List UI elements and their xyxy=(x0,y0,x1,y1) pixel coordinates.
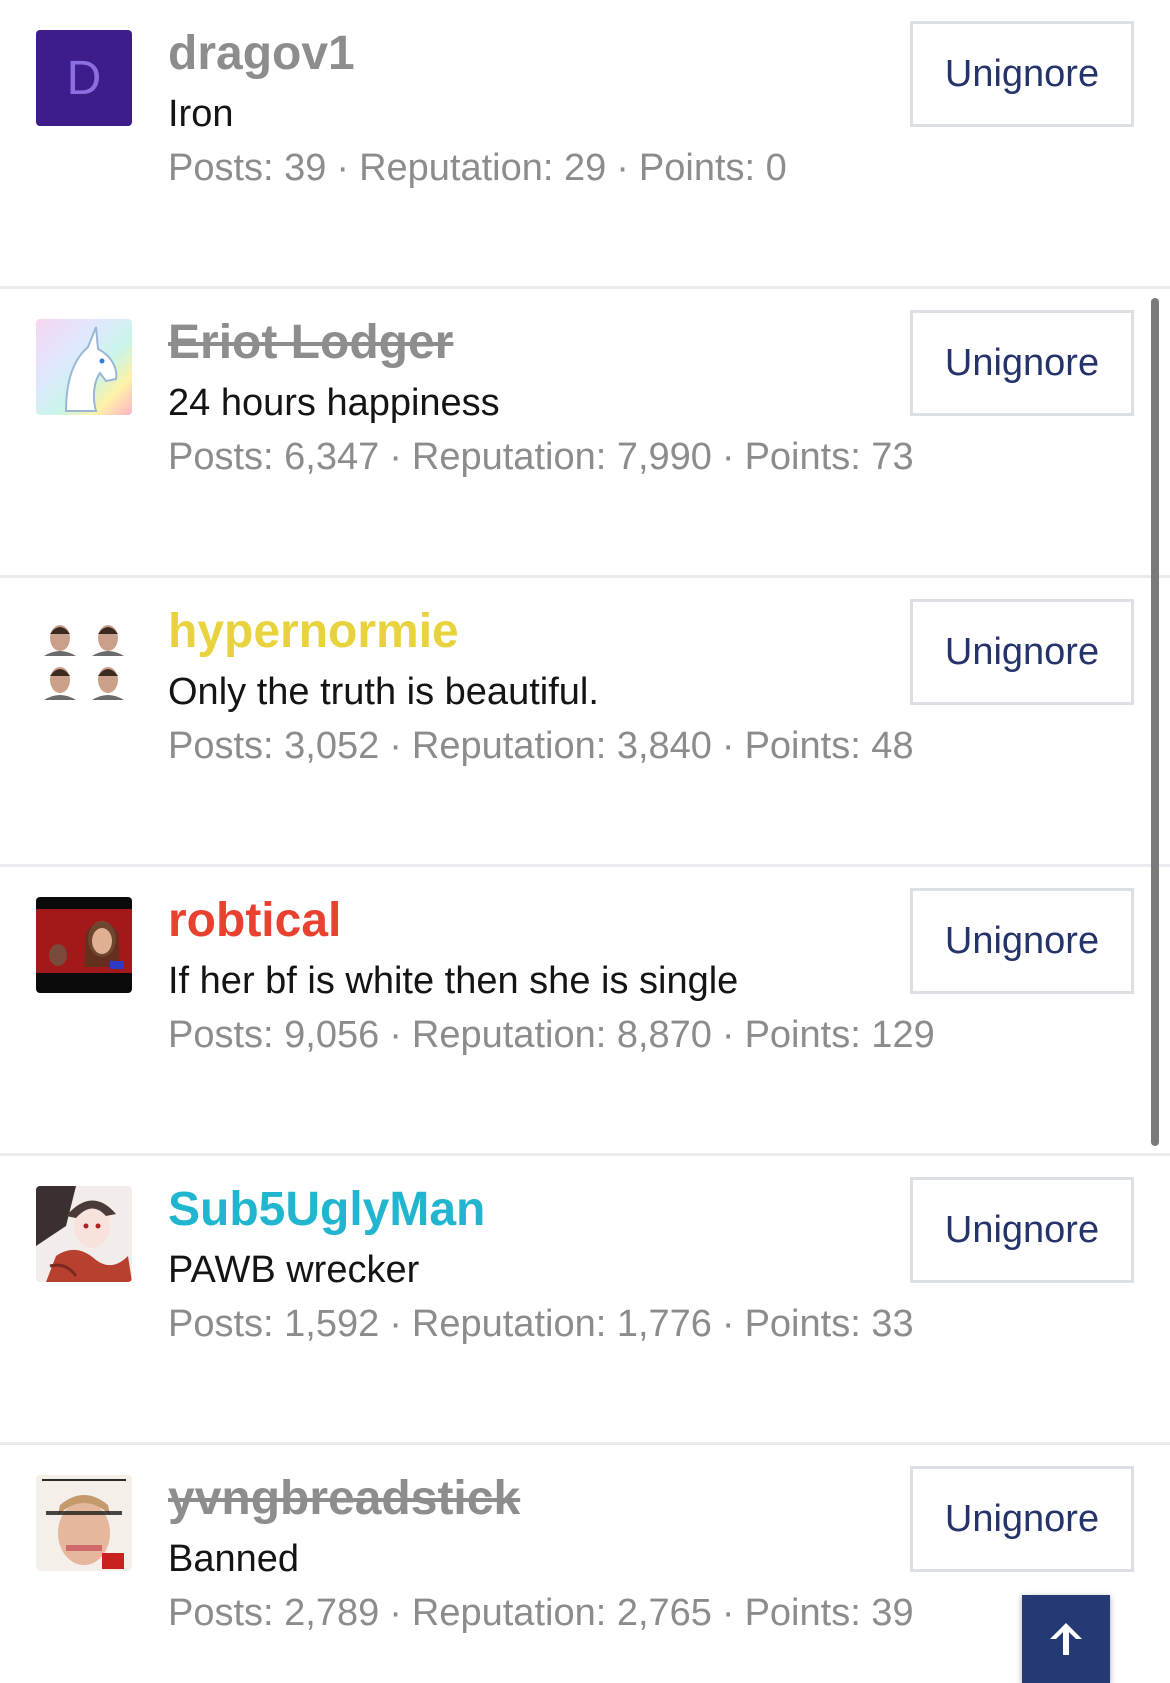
posts-count: Posts: 39 xyxy=(168,147,327,189)
avatar[interactable] xyxy=(36,1475,132,1571)
faces-grid-avatar xyxy=(36,608,132,704)
user-stats: Posts: 1,592 · Reputation: 1,776 · Points: 3… xyxy=(168,1300,914,1348)
posts-count: Posts: 1,592 xyxy=(168,1303,380,1345)
unignore-button[interactable]: Unignore xyxy=(910,888,1134,994)
posts-count: Posts: 2,789 xyxy=(168,1592,380,1634)
user-stats: Posts: 3,052 · Reputation: 3,840 · Points: 4… xyxy=(168,722,914,770)
avatar[interactable] xyxy=(36,319,132,415)
avatar[interactable]: D xyxy=(36,30,132,126)
reputation-count: Reputation: 3,840 xyxy=(411,725,712,767)
reputation-count: Reputation: 29 xyxy=(359,147,607,189)
user-stats: Posts: 6,347 · Reputation: 7,990 · Points: 7… xyxy=(168,433,914,481)
user-stats: Posts: 39 · Reputation: 29 · Points: 0 xyxy=(168,144,787,192)
points-count: Points: 33 xyxy=(744,1303,914,1345)
username-link[interactable]: dragov1 xyxy=(168,26,355,82)
arrow-up-icon xyxy=(1050,1623,1082,1655)
avatar[interactable] xyxy=(36,897,132,993)
points-count: Points: 129 xyxy=(744,1014,935,1056)
points-count: Points: 39 xyxy=(744,1592,914,1634)
user-row: yvngbreadstick Banned Posts: 2,789 · Reput… xyxy=(0,1445,1170,1683)
username-link[interactable]: hypernormie xyxy=(168,604,459,660)
posts-count: Posts: 6,347 xyxy=(168,436,380,478)
username-link[interactable]: yvngbreadstick xyxy=(168,1471,520,1527)
magazine-cover-avatar xyxy=(36,1475,132,1571)
scrollbar[interactable] xyxy=(1151,298,1159,1146)
separator: · xyxy=(389,1592,402,1634)
user-title: PAWB wrecker xyxy=(168,1249,420,1291)
username-link[interactable]: Sub5UglyMan xyxy=(168,1182,485,1238)
unignore-button[interactable]: Unignore xyxy=(910,599,1134,705)
unignore-button[interactable]: Unignore xyxy=(910,1177,1134,1283)
points-count: Points: 73 xyxy=(744,436,914,478)
reputation-count: Reputation: 2,765 xyxy=(411,1592,712,1634)
separator: · xyxy=(389,1303,402,1345)
username-link[interactable]: Eriot Lodger xyxy=(168,315,453,371)
points-count: Points: 0 xyxy=(638,147,787,189)
separator: · xyxy=(721,725,735,767)
reputation-count: Reputation: 1,776 xyxy=(411,1303,712,1345)
reputation-count: Reputation: 8,870 xyxy=(411,1014,712,1056)
user-row: D dragov1 Iron Posts: 39 · Reputation: 29 ·… xyxy=(0,0,1170,289)
user-title: Only the truth is beautiful. xyxy=(168,671,599,713)
separator: · xyxy=(721,1014,735,1056)
separator: · xyxy=(336,147,350,189)
separator: · xyxy=(616,147,629,189)
separator: · xyxy=(721,1592,735,1634)
user-row: Eriot Lodger 24 hours happiness Posts: 6… xyxy=(0,289,1170,578)
scroll-to-top-button[interactable] xyxy=(1022,1595,1110,1683)
user-title: 24 hours happiness xyxy=(168,382,500,424)
posts-count: Posts: 3,052 xyxy=(168,725,380,767)
user-row: robtical If her bf is white then she is … xyxy=(0,867,1170,1156)
separator: · xyxy=(389,1014,402,1056)
separator: · xyxy=(389,725,402,767)
user-row: hypernormie Only the truth is beautiful.… xyxy=(0,578,1170,867)
user-title: If her bf is white then she is single xyxy=(168,960,739,1002)
user-title: Iron xyxy=(168,93,234,135)
photo-avatar xyxy=(36,897,132,993)
separator: · xyxy=(721,1303,735,1345)
unignore-button[interactable]: Unignore xyxy=(910,310,1134,416)
points-count: Points: 48 xyxy=(744,725,914,767)
unignore-button[interactable]: Unignore xyxy=(910,1466,1134,1572)
avatar[interactable] xyxy=(36,1186,132,1282)
avatar[interactable] xyxy=(36,608,132,704)
unignore-button[interactable]: Unignore xyxy=(910,21,1134,127)
user-row: Sub5UglyMan PAWB wrecker Posts: 1,592 · Re… xyxy=(0,1156,1170,1445)
username-link[interactable]: robtical xyxy=(168,893,341,949)
user-title: Banned xyxy=(168,1538,300,1580)
separator: · xyxy=(721,436,735,478)
ignored-users-list: D dragov1 Iron Posts: 39 · Reputation: 29 ·… xyxy=(0,0,1170,1683)
user-stats: Posts: 9,056 · Reputation: 8,870 · Points: 1… xyxy=(168,1011,935,1059)
anime-art-avatar xyxy=(36,1186,132,1282)
posts-count: Posts: 9,056 xyxy=(168,1014,380,1056)
user-stats: Posts: 2,789 · Reputation: 2,765 · Points: 3… xyxy=(168,1589,914,1637)
letter-avatar: D xyxy=(36,30,132,126)
unicorn-avatar xyxy=(36,319,132,415)
separator: · xyxy=(389,436,402,478)
reputation-count: Reputation: 7,990 xyxy=(411,436,712,478)
